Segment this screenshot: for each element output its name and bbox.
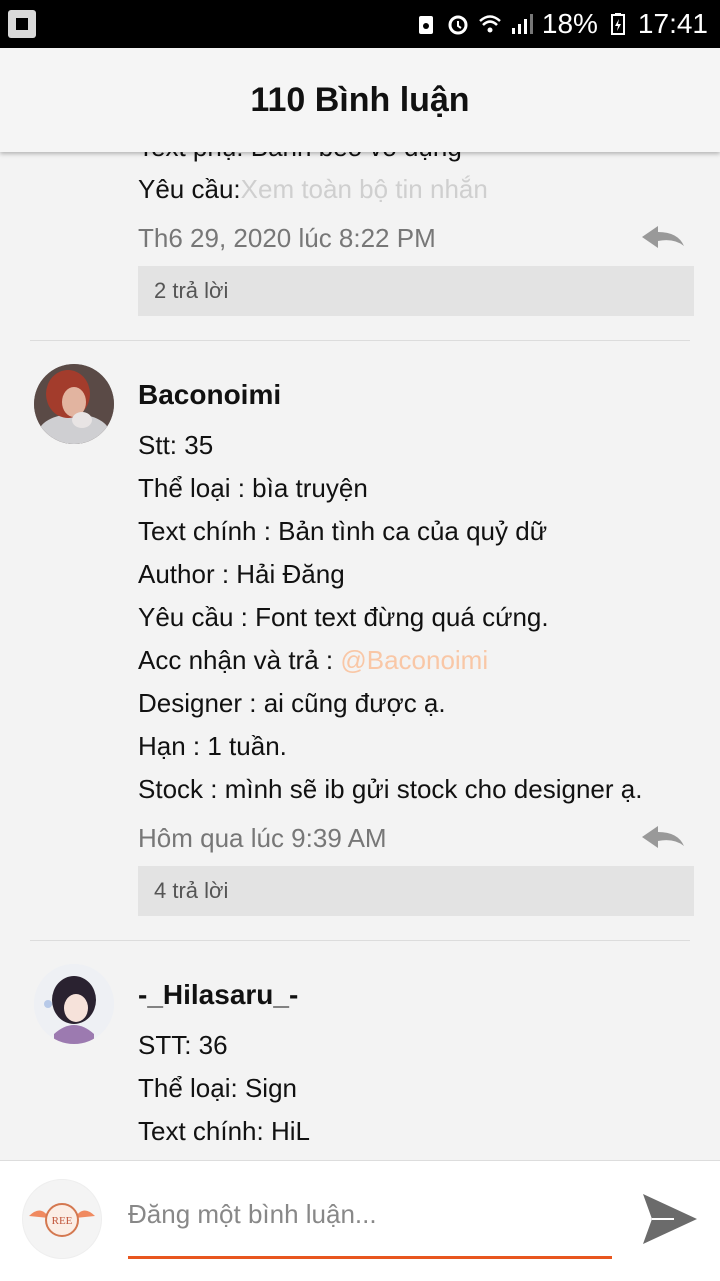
comment-author[interactable]: Baconoimi bbox=[138, 379, 281, 411]
reply-icon[interactable] bbox=[640, 224, 686, 250]
user-avatar[interactable]: REE bbox=[22, 1179, 102, 1259]
reply-icon[interactable] bbox=[640, 824, 686, 850]
comment-time: Hôm qua lúc 9:39 AM bbox=[138, 823, 387, 853]
battery-icon bbox=[610, 13, 625, 35]
comment-text-line: Designer : ai cũng được ạ. bbox=[138, 688, 446, 718]
flipboard-icon bbox=[8, 10, 36, 38]
status-bar: 18% 17:41 bbox=[0, 0, 720, 48]
comment-text-line: Yêu cầu : Font text đừng quá cứng. bbox=[138, 602, 549, 632]
view-all-link[interactable]: Xem toàn bộ tin nhắn bbox=[241, 174, 488, 204]
replies-button[interactable]: 2 trả lời bbox=[138, 266, 694, 316]
status-icons: 18% 17:41 bbox=[414, 6, 708, 42]
avatar[interactable] bbox=[34, 964, 114, 1044]
acc-label: Acc nhận và trả : bbox=[138, 645, 341, 675]
comment-time: Th6 29, 2020 lúc 8:22 PM bbox=[138, 223, 436, 253]
comment-text-line: Thể loại : bìa truyện bbox=[138, 473, 368, 503]
clock: 17:41 bbox=[637, 8, 708, 39]
request-label: Yêu cầu: bbox=[138, 174, 241, 204]
sim-icon bbox=[418, 16, 433, 34]
comment-text-line: Text chính : Bản tình ca của quỷ dữ bbox=[138, 516, 548, 546]
comment-text-line: Text chính: HiL bbox=[138, 1116, 310, 1146]
divider bbox=[30, 340, 690, 341]
comment-text-line: Hạn : 1 tuần. bbox=[138, 731, 287, 761]
page-title: 110 Bình luận bbox=[250, 80, 470, 119]
avatar-image bbox=[34, 964, 114, 1044]
signal-icon bbox=[511, 14, 533, 34]
divider bbox=[30, 940, 690, 941]
comment-input[interactable]: Đăng một bình luận... bbox=[128, 1199, 612, 1259]
wifi-icon bbox=[479, 15, 501, 33]
user-avatar-text: REE bbox=[52, 1215, 73, 1227]
mention-link[interactable]: @Baconoimi bbox=[340, 645, 488, 675]
send-icon[interactable] bbox=[640, 1191, 700, 1247]
comment-text-line: Thể loại: Sign bbox=[138, 1073, 297, 1103]
alarm-icon bbox=[448, 15, 468, 35]
comment-text-line: Text phụ: Bánh bèo vô dụng bbox=[138, 152, 462, 163]
comment-composer: REE Đăng một bình luận... bbox=[0, 1160, 720, 1281]
comment-text-line: STT: 36 bbox=[138, 1030, 228, 1060]
comment-list[interactable]: Text phụ: Bánh bèo vô dụng Yêu cầu:Xem t… bbox=[10, 152, 710, 1160]
comment-text-line: Yêu cầu:Xem toàn bộ tin nhắn bbox=[138, 174, 488, 205]
comment-author[interactable]: -_Hilasaru_- bbox=[138, 979, 298, 1011]
comment-text-line: Author : Hải Đăng bbox=[138, 559, 345, 589]
battery-percent: 18% bbox=[541, 8, 598, 39]
comment-text-line: Stock : mình sẽ ib gửi stock cho designe… bbox=[138, 774, 643, 804]
user-avatar-image: REE bbox=[29, 1203, 95, 1237]
comment-text-line: Acc nhận và trả : @Baconoimi bbox=[138, 645, 488, 676]
comment-text-line: Stt: 35 bbox=[138, 430, 214, 460]
header: 110 Bình luận bbox=[0, 48, 720, 152]
avatar-image bbox=[34, 364, 114, 444]
avatar[interactable] bbox=[34, 364, 114, 444]
replies-button[interactable]: 4 trả lời bbox=[138, 866, 694, 916]
